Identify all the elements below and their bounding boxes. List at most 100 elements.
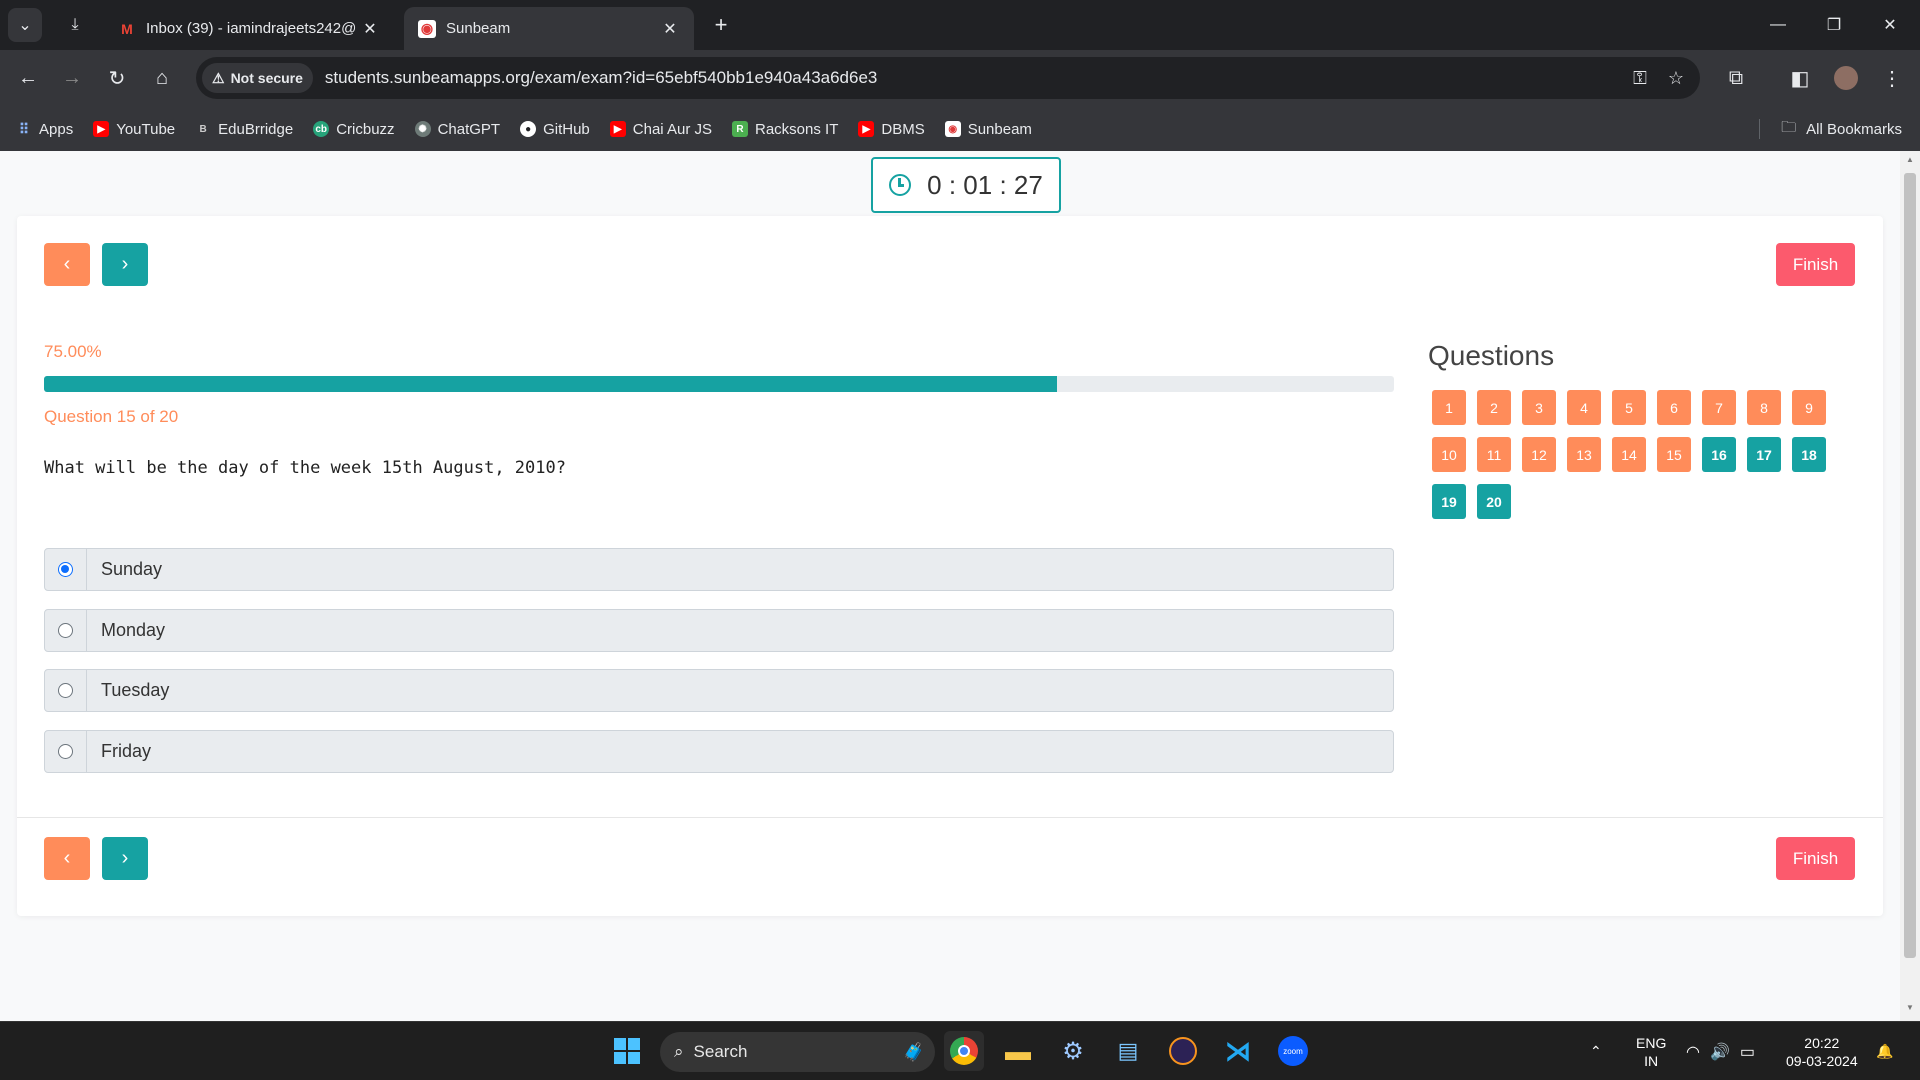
previous-question-button[interactable]: ‹ [44, 837, 90, 880]
tab-gmail[interactable]: M Inbox (39) - iamindrajeets242@ ✕ [104, 7, 394, 50]
answer-option[interactable]: Monday [44, 609, 1394, 652]
answer-option[interactable]: Sunday [44, 548, 1394, 591]
bookmark-cricbuzz[interactable]: cb Cricbuzz [313, 121, 395, 138]
bookmark-chatgpt[interactable]: ✺ ChatGPT [414, 121, 500, 138]
scroll-up-icon[interactable]: ▲ [1904, 155, 1916, 167]
file-explorer-button[interactable]: ▬ [998, 1031, 1038, 1071]
reload-button[interactable]: ↻ [101, 62, 133, 94]
settings-button[interactable]: ⚙ [1053, 1031, 1093, 1071]
password-key-button[interactable]: ⚿ [1622, 60, 1658, 96]
question-number-button[interactable]: 7 [1702, 390, 1736, 425]
menu-button[interactable]: ⋮ [1876, 62, 1908, 94]
page-scrollbar[interactable]: ▲ ▼ [1900, 151, 1920, 1021]
bookmark-racksons[interactable]: R Racksons IT [732, 121, 838, 138]
answer-option[interactable]: Tuesday [44, 669, 1394, 712]
bookmark-star-button[interactable]: ☆ [1658, 60, 1694, 96]
bookmark-sunbeam[interactable]: ◉ Sunbeam [944, 121, 1032, 138]
question-number-button[interactable]: 13 [1567, 437, 1601, 472]
bookmark-github[interactable]: ● GitHub [520, 121, 590, 138]
question-number-button[interactable]: 10 [1432, 437, 1466, 472]
answer-option[interactable]: Friday [44, 730, 1394, 773]
language-indicator[interactable]: ENG IN [1636, 1022, 1666, 1080]
chrome-taskbar-button[interactable] [944, 1031, 984, 1071]
bookmark-youtube[interactable]: ▶ YouTube [93, 121, 175, 138]
finish-button[interactable]: Finish [1776, 837, 1855, 880]
question-number-button[interactable]: 9 [1792, 390, 1826, 425]
option-label[interactable]: Monday [87, 610, 165, 651]
question-number-button[interactable]: 18 [1792, 437, 1826, 472]
finish-button[interactable]: Finish [1776, 243, 1855, 286]
question-number-button[interactable]: 16 [1702, 437, 1736, 472]
question-number-button[interactable]: 11 [1477, 437, 1511, 472]
site-info-chip[interactable]: ⚠ Not secure [202, 63, 313, 93]
question-number-button[interactable]: 20 [1477, 484, 1511, 519]
option-label[interactable]: Friday [87, 731, 151, 772]
extensions-button[interactable]: ⧉ [1720, 62, 1752, 94]
previous-question-button[interactable]: ‹ [44, 243, 90, 286]
question-number-button[interactable]: 2 [1477, 390, 1511, 425]
search-highlight-icon: 🧳 [902, 1041, 925, 1062]
vscode-button[interactable]: ⋊ [1218, 1031, 1258, 1071]
radio-button[interactable] [58, 562, 73, 577]
zoom-button[interactable]: zoom [1273, 1031, 1313, 1071]
star-icon: ☆ [1667, 67, 1685, 88]
tab-sunbeam[interactable]: ◉ Sunbeam ✕ [404, 7, 694, 50]
question-number-button[interactable]: 15 [1657, 437, 1691, 472]
radio-button[interactable] [58, 623, 73, 638]
question-number-button[interactable]: 12 [1522, 437, 1556, 472]
url-text[interactable]: students.sunbeamapps.org/exam/exam?id=65… [325, 68, 1622, 88]
close-icon[interactable]: ✕ [660, 19, 680, 39]
option-label[interactable]: Tuesday [87, 670, 169, 711]
forward-button[interactable]: → [56, 62, 88, 94]
arrow-left-icon: ← [18, 66, 38, 89]
eclipse-button[interactable] [1163, 1031, 1203, 1071]
question-number-button[interactable]: 6 [1657, 390, 1691, 425]
restore-button[interactable]: ❐ [1806, 0, 1862, 50]
scroll-down-icon[interactable]: ▼ [1904, 1003, 1916, 1015]
scrollbar-thumb[interactable] [1904, 173, 1916, 958]
question-number-button[interactable]: 14 [1612, 437, 1646, 472]
close-window-button[interactable]: ✕ [1862, 0, 1918, 50]
show-hidden-icons-button[interactable]: ⌃ [1590, 1022, 1602, 1080]
question-number-button[interactable]: 19 [1432, 484, 1466, 519]
tab-search-button[interactable]: ⌄ [8, 8, 42, 42]
side-panel-icon: ◧ [1790, 67, 1810, 90]
downloads-button[interactable]: ⤓ [58, 8, 92, 42]
next-question-button[interactable]: › [102, 243, 148, 286]
restore-icon: ❐ [1826, 17, 1842, 34]
new-tab-button[interactable]: + [704, 8, 738, 42]
radio-cell[interactable] [45, 731, 87, 772]
notifications-button[interactable]: 🔔 [1876, 1022, 1893, 1080]
bookmark-edubridge[interactable]: B EduBrridge [195, 121, 294, 138]
side-panel-button[interactable]: ◧ [1784, 62, 1816, 94]
minimize-button[interactable]: — [1750, 0, 1806, 50]
all-bookmarks-button[interactable]: 🗀 All Bookmarks [1781, 107, 1902, 151]
system-tray-status[interactable]: ◠ 🔊 ▭ [1686, 1022, 1755, 1080]
radio-button[interactable] [58, 744, 73, 759]
question-number-button[interactable]: 5 [1612, 390, 1646, 425]
question-number-button[interactable]: 1 [1432, 390, 1466, 425]
question-number-button[interactable]: 17 [1747, 437, 1781, 472]
profile-button[interactable] [1830, 62, 1862, 94]
clock[interactable]: 20:22 09-03-2024 [1786, 1022, 1858, 1080]
question-number-button[interactable]: 8 [1747, 390, 1781, 425]
radio-cell[interactable] [45, 610, 87, 651]
close-icon[interactable]: ✕ [360, 19, 380, 39]
radio-cell[interactable] [45, 670, 87, 711]
bookmark-dbms[interactable]: ▶ DBMS [858, 121, 925, 138]
option-label[interactable]: Sunday [87, 549, 162, 590]
question-number-button[interactable]: 4 [1567, 390, 1601, 425]
taskbar-search[interactable]: ⌕ Search 🧳 [660, 1032, 935, 1072]
bookmark-apps[interactable]: ⠿ Apps [16, 121, 73, 138]
home-button[interactable]: ⌂ [146, 62, 178, 94]
start-button[interactable] [607, 1031, 647, 1071]
radio-button[interactable] [58, 683, 73, 698]
bookmark-chai-aur-js[interactable]: ▶ Chai Aur JS [609, 121, 712, 138]
address-bar[interactable]: ⚠ Not secure students.sunbeamapps.org/ex… [196, 57, 1700, 99]
question-number-button[interactable]: 3 [1522, 390, 1556, 425]
notepad-button[interactable]: ▤ [1108, 1031, 1148, 1071]
language-code: ENG [1636, 1034, 1667, 1051]
next-question-button[interactable]: › [102, 837, 148, 880]
radio-cell[interactable] [45, 549, 87, 590]
back-button[interactable]: ← [12, 62, 44, 94]
